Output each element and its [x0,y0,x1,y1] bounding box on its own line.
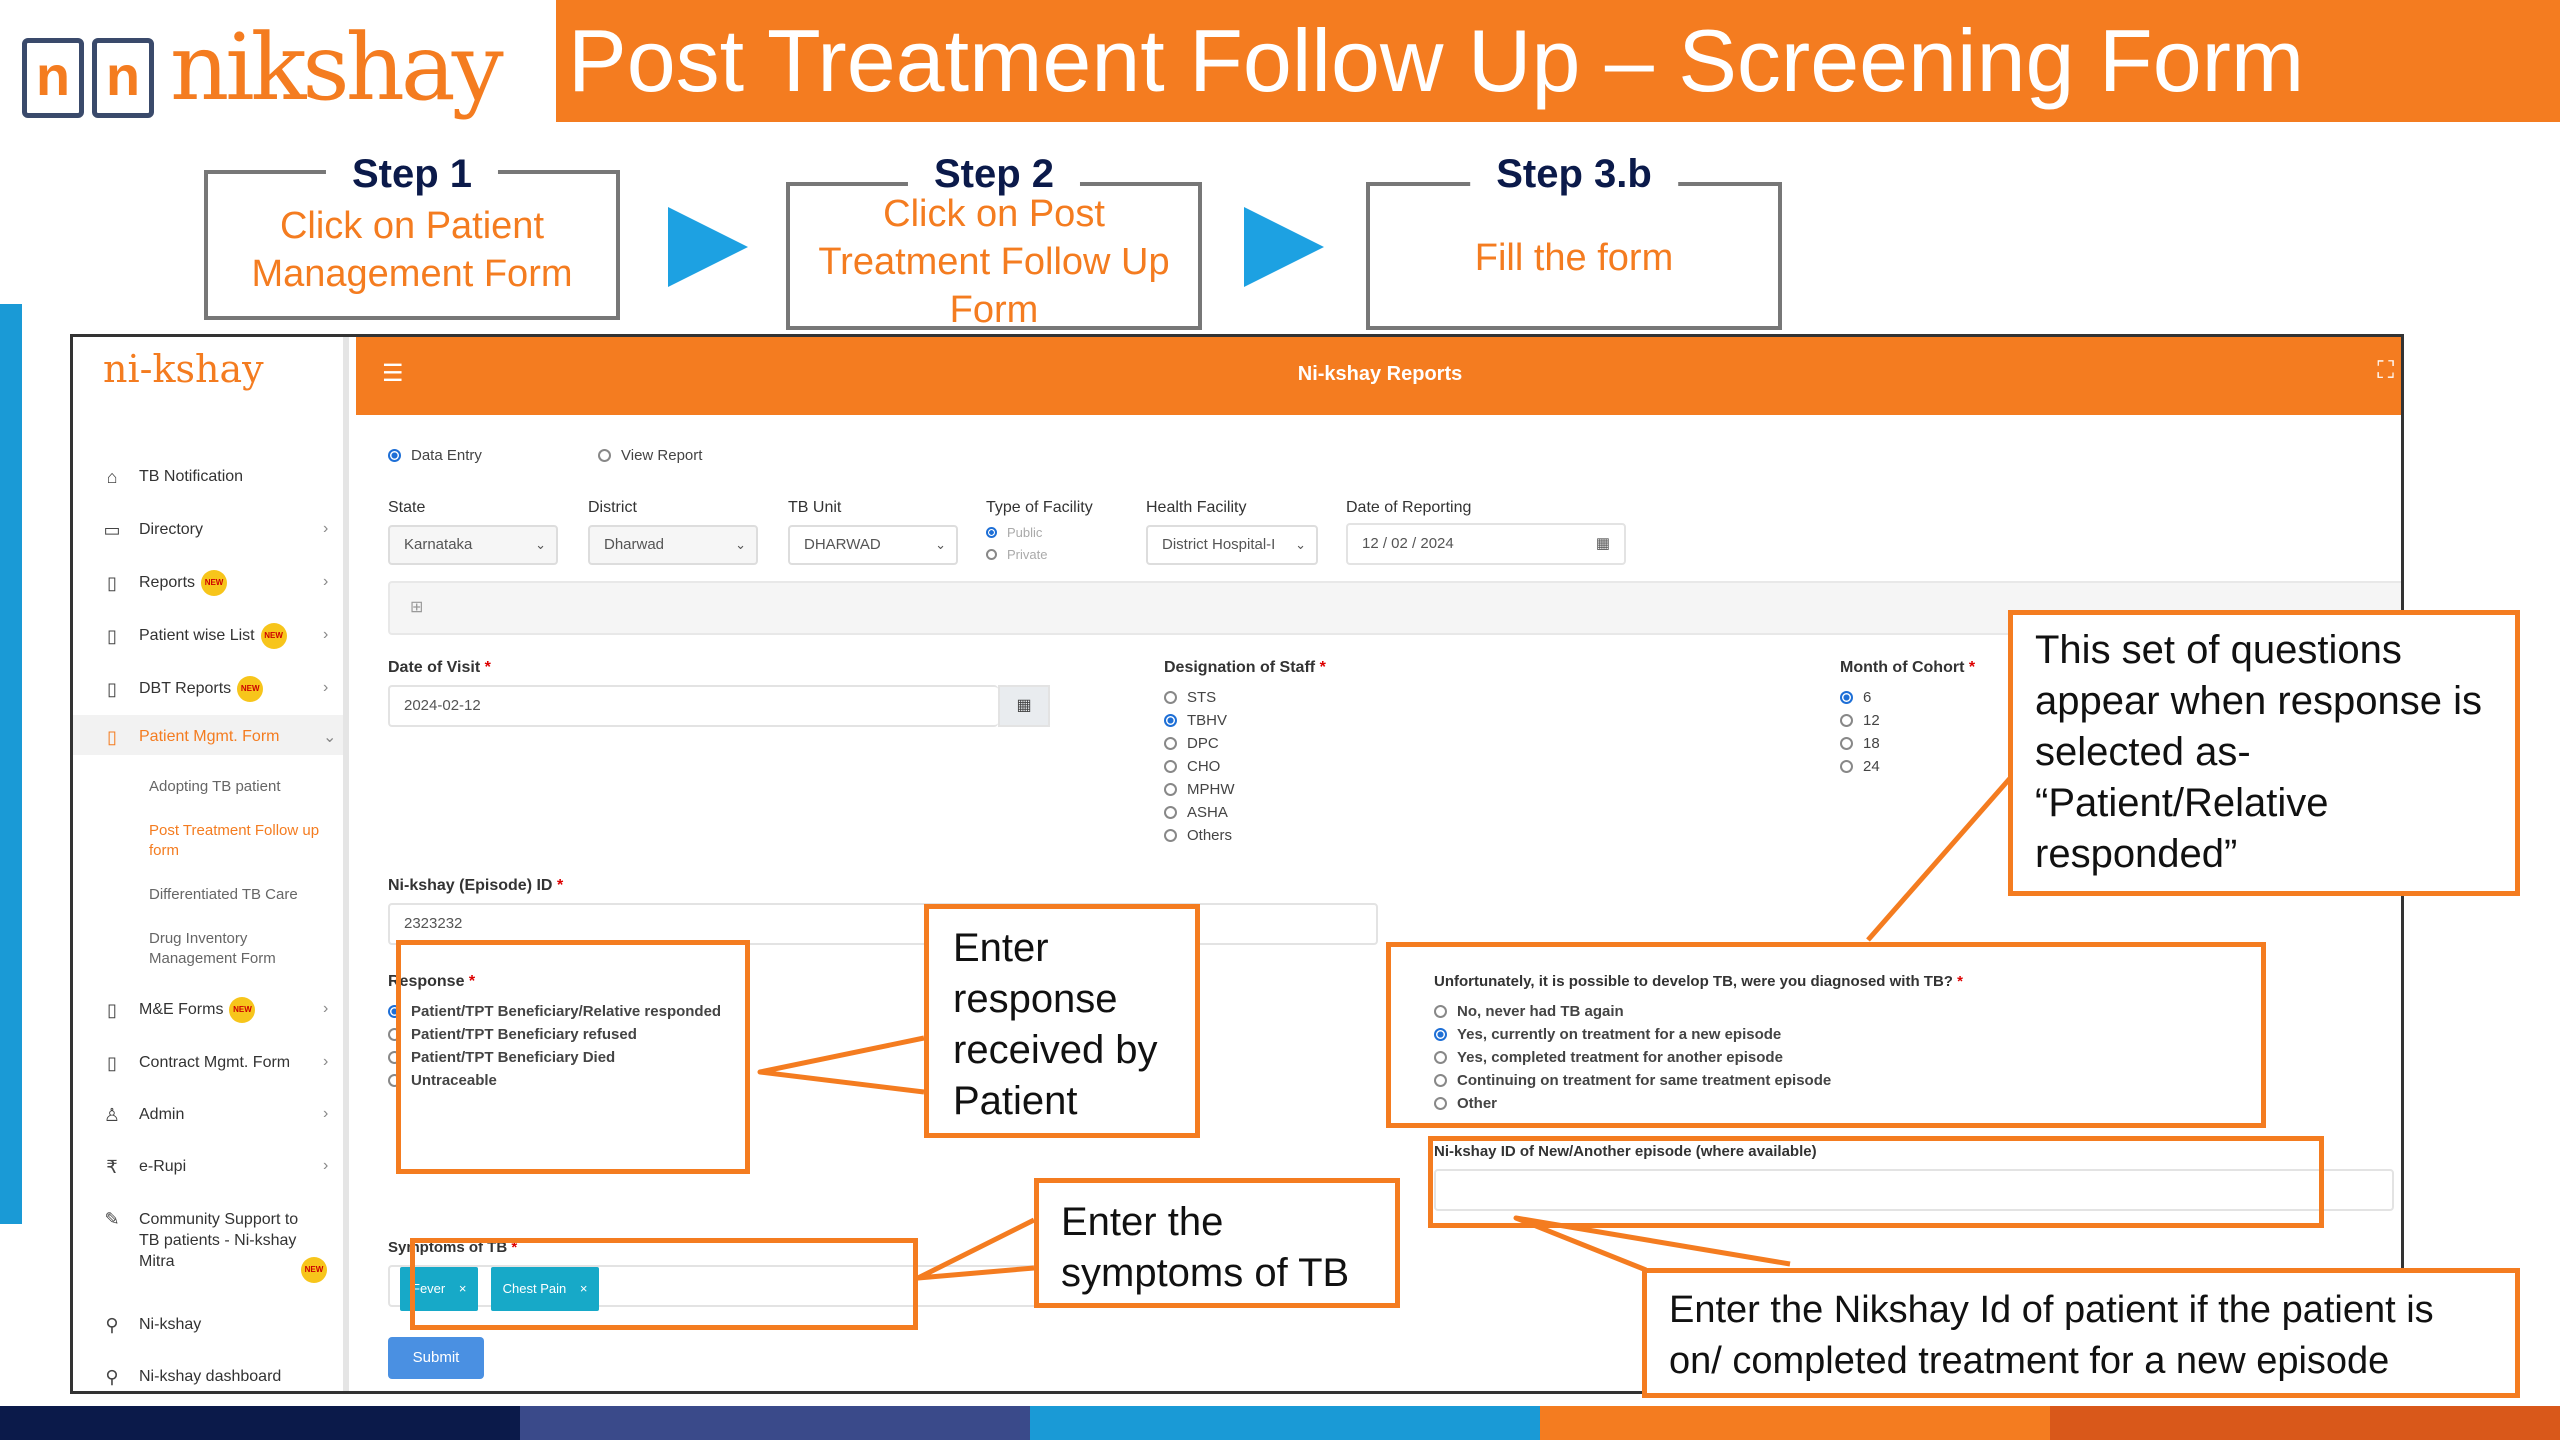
bottom-strip-navy [0,1406,520,1440]
bottom-strip-indigo [520,1406,1030,1440]
response-callout: Enter response received by Patient [924,904,1200,1138]
response-connector [757,1035,925,1095]
nikshay-id-connector [1513,1215,1791,1273]
nikshay-id-callout: Enter the Nikshay Id of patient if the p… [1642,1268,2520,1398]
bottom-strip-blue [1030,1406,1540,1440]
bottom-strip-orange [1540,1406,2050,1440]
bottom-strip-dark-orange [2050,1406,2560,1440]
questions-callout: This set of questions appear when respon… [2008,610,2520,896]
symptoms-callout: Enter the symptoms of TB [1034,1178,1400,1308]
questions-connector [1866,773,2015,942]
symptoms-connector [915,1217,1036,1281]
